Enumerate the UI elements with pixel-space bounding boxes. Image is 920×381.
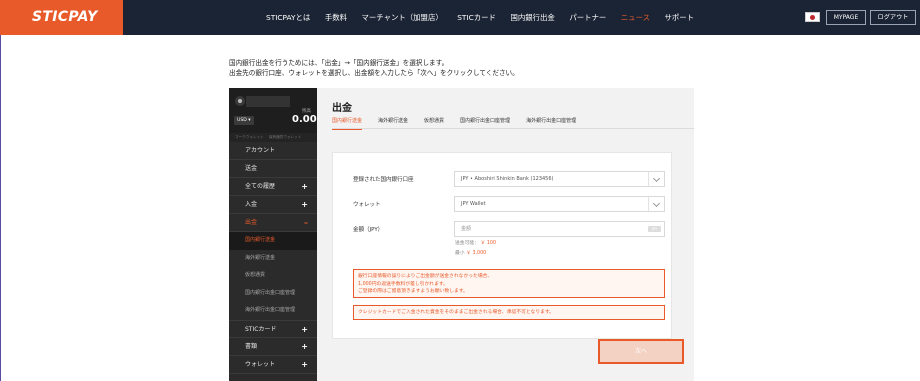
- main-nav: STICPAYとは 手数料 マーチャント（加盟店） STICカード 国内銀行出金…: [266, 0, 709, 35]
- minimum-value: ￥ 3,000: [466, 251, 487, 256]
- site-header: STICPAY STICPAYとは 手数料 マーチャント（加盟店） STICカー…: [0, 0, 920, 35]
- warning-line-1: 銀行口座情報の誤りによりご出金額が送金されなかった場合、: [358, 274, 493, 279]
- bank-account-select[interactable]: JPY • Aboshiri Shinkin Bank (123456): [454, 171, 665, 187]
- plus-icon: +: [301, 182, 308, 191]
- amount-label: 金額（JPY）: [353, 227, 384, 233]
- bank-account-value: JPY • Aboshiri Shinkin Bank (123456): [461, 176, 554, 182]
- sidebar-subitem-overseas-transfer[interactable]: 海外銀行送金: [229, 250, 317, 268]
- subtab-currency-wallet[interactable]: 保有通貨ウォレット: [269, 135, 301, 140]
- available-label: 送金可能：: [455, 241, 479, 246]
- minimum-label: 最小: [455, 251, 465, 256]
- balance-panel: 残高 USD ▾ 0.00: [229, 88, 317, 133]
- available-value: ￥ 100: [480, 241, 497, 246]
- nav-item-fees[interactable]: 手数料: [325, 12, 347, 23]
- instruction-line-1: 国内銀行出金を行うためには、「出金」→「国内銀行送金」を選択します。: [229, 59, 449, 67]
- nav-item-support[interactable]: サポート: [664, 12, 694, 23]
- sidebar-item-label: STICカード: [245, 325, 277, 333]
- bank-info-warning: 銀行口座情報の誤りによりご出金額が送金されなかった場合、 1,000円の返送手数…: [353, 269, 665, 298]
- plus-icon: +: [301, 341, 308, 351]
- withdrawal-form-card: 登録された国内銀行口座 JPY • Aboshiri Shinkin Bank …: [332, 152, 672, 339]
- wallet-subtabs: マークウォレット 保有通貨ウォレット: [229, 133, 317, 142]
- currency-badge: JPY: [648, 226, 661, 232]
- sidebar-item-deposit[interactable]: 入金 +: [229, 196, 317, 214]
- minimum-amount-hint: 最小 ￥ 3,000: [455, 249, 486, 256]
- nav-item-partner[interactable]: パートナー: [569, 12, 606, 23]
- page-edge-line: [0, 35, 1, 381]
- bank-account-label: 登録された国内銀行口座: [353, 177, 414, 183]
- plus-icon: +: [301, 359, 308, 369]
- withdrawal-screenshot: 残高 USD ▾ 0.00 マークウォレット 保有通貨ウォレット アカウント 送…: [229, 88, 694, 381]
- wallet-select[interactable]: JPY Wallet: [454, 196, 665, 212]
- page-title: 出金: [332, 103, 352, 114]
- sidebar-item-label: 出金: [245, 219, 258, 226]
- sidebar-subitem-crypto[interactable]: 仮想通貨: [229, 267, 317, 285]
- logout-button[interactable]: ログアウト: [870, 10, 916, 25]
- sidebar-item-label: 送金: [245, 165, 258, 172]
- chevron-down-icon: [648, 172, 664, 186]
- chevron-down-icon: [648, 197, 664, 211]
- sidebar-item-label: 全ての履歴: [245, 183, 276, 190]
- sticpay-logo[interactable]: STICPAY: [0, 0, 123, 35]
- sidebar-item-history[interactable]: 全ての履歴 +: [229, 178, 317, 196]
- mypage-button[interactable]: MYPAGE: [826, 10, 866, 25]
- instruction-line-2: 出金先の銀行口座、ウォレットを選択し、出金額を入力したら「次へ」をクリックしてく…: [229, 69, 519, 77]
- sidebar-item-label: 入金: [245, 201, 258, 208]
- next-button[interactable]: 次へ: [598, 339, 684, 364]
- sidebar-item-stic-card[interactable]: STICカード +: [229, 319, 317, 338]
- nav-item-domestic-withdrawal[interactable]: 国内銀行出金: [510, 12, 554, 23]
- wallet-label: ウォレット: [353, 202, 381, 208]
- sidebar-item-label: 書類: [245, 342, 258, 350]
- sidebar-subitem-domestic-account-mgmt[interactable]: 国内銀行出金口座管理: [229, 285, 317, 303]
- sidebar-subitem-overseas-account-mgmt[interactable]: 海外銀行出金口座管理: [229, 302, 317, 320]
- redacted-user-name: [246, 96, 290, 107]
- minus-icon: –: [304, 218, 308, 227]
- available-amount-hint: 送金可能： ￥ 100: [455, 239, 496, 246]
- subtab-mark-wallet[interactable]: マークウォレット: [235, 135, 264, 140]
- sidebar-menu: アカウント 送金 全ての履歴 + 入金 + 出金 – 国内銀行送金 海外銀行送金 仮想…: [229, 142, 317, 374]
- plus-icon: +: [301, 200, 308, 209]
- wallet-value: JPY Wallet: [461, 201, 486, 207]
- nav-item-news[interactable]: ニュース: [621, 12, 650, 23]
- sidebar-item-account[interactable]: アカウント: [229, 142, 317, 160]
- nav-item-merchant[interactable]: マーチャント（加盟店）: [362, 12, 443, 23]
- warning-line-2: 1,000円の返送手数料が差し引かれます。: [358, 281, 449, 287]
- user-avatar-icon: [235, 96, 245, 106]
- currency-label: USD: [237, 118, 247, 123]
- account-sidebar: 残高 USD ▾ 0.00 マークウォレット 保有通貨ウォレット アカウント 送…: [229, 88, 317, 381]
- sidebar-item-withdrawal[interactable]: 出金 –: [229, 214, 317, 232]
- sidebar-item-documents[interactable]: 書類 +: [229, 338, 317, 356]
- warning-line-3: ご登録の際はご留意頂きますようお願い致します。: [358, 289, 468, 294]
- japan-flag-icon[interactable]: [805, 12, 820, 22]
- credit-card-note: クレジットカードでご入金された資金をそのままご出金される場合、承認不可となります…: [353, 305, 665, 320]
- amount-placeholder: 金額: [461, 226, 472, 232]
- nav-item-stic-card[interactable]: STICカード: [457, 12, 496, 23]
- sidebar-item-label: アカウント: [245, 147, 276, 154]
- sidebar-item-label: ウォレット: [245, 360, 276, 368]
- sidebar-item-wallet[interactable]: ウォレット +: [229, 356, 317, 374]
- plus-icon: +: [301, 324, 308, 334]
- sidebar-item-transfer[interactable]: 送金: [229, 160, 317, 178]
- withdrawal-main-panel: 出金 国内銀行送金 海外銀行送金 仮想通貨 国内銀行出金口座管理 海外銀行出金口…: [317, 88, 694, 381]
- currency-selector[interactable]: USD ▾: [234, 116, 254, 125]
- nav-item-about[interactable]: STICPAYとは: [266, 12, 310, 23]
- balance-amount: 0.00: [292, 114, 317, 125]
- tabs-divider: [332, 128, 694, 129]
- amount-input[interactable]: 金額 JPY: [454, 221, 665, 237]
- sidebar-subitem-domestic-transfer[interactable]: 国内銀行送金: [229, 232, 317, 250]
